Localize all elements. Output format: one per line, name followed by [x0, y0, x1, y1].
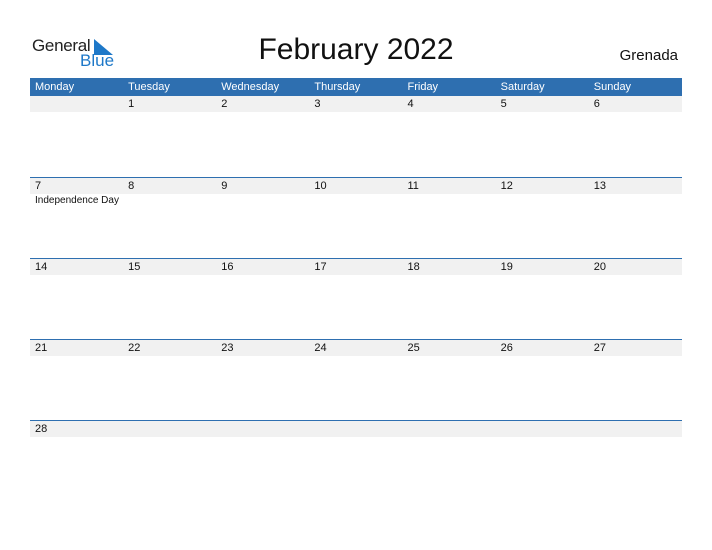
day-event [589, 275, 682, 276]
day-event [30, 112, 123, 113]
day-number: 1 [128, 98, 135, 110]
day-number: 26 [500, 342, 513, 354]
event-row [30, 356, 682, 357]
week-row: 28 [30, 420, 682, 501]
day-number: 18 [407, 261, 420, 273]
weekday-saturday: Saturday [500, 81, 545, 93]
calendar-grid: Monday Tuesday Wednesday Thursday Friday… [30, 78, 682, 501]
day-number [309, 421, 402, 437]
day-number [403, 421, 496, 437]
day-event [309, 437, 402, 438]
day-number: 9 [221, 180, 228, 192]
date-row: 21 22 23 24 25 26 27 [30, 339, 682, 356]
event-row [30, 112, 682, 113]
day-number: 17 [314, 261, 327, 273]
day-event [309, 194, 402, 206]
day-number: 13 [593, 180, 606, 192]
day-number: 28 [35, 423, 48, 435]
day-event [216, 437, 309, 438]
day-event [123, 437, 216, 438]
day-event [496, 112, 589, 113]
day-number: 12 [500, 180, 513, 192]
weekday-sunday: Sunday [593, 81, 632, 93]
day-number: 19 [500, 261, 513, 273]
day-event [403, 437, 496, 438]
day-number: 27 [593, 342, 606, 354]
weekday-monday: Monday [35, 81, 75, 93]
day-number: 24 [314, 342, 327, 354]
event-row: Independence Day [30, 194, 682, 206]
day-number: 5 [500, 98, 507, 110]
week-row: 1 2 3 4 5 6 [30, 96, 682, 177]
weekday-wednesday: Wednesday [221, 81, 280, 93]
event-row [30, 275, 682, 276]
day-event [496, 356, 589, 357]
day-number: 10 [314, 180, 327, 192]
day-event [496, 437, 589, 438]
day-number: 23 [221, 342, 234, 354]
date-row: 1 2 3 4 5 6 [30, 96, 682, 112]
event-row [30, 437, 682, 438]
week-row: 21 22 23 24 25 26 27 [30, 339, 682, 420]
page-title: February 2022 [258, 33, 454, 66]
day-number [589, 421, 682, 437]
day-number: 21 [35, 342, 48, 354]
day-number [123, 421, 216, 437]
date-row: 14 15 16 17 18 19 20 [30, 258, 682, 275]
day-event [123, 112, 216, 113]
day-event [589, 112, 682, 113]
day-number: 6 [593, 98, 600, 110]
weekday-thursday: Thursday [314, 81, 361, 93]
day-event [309, 356, 402, 357]
day-event [403, 356, 496, 357]
day-event [30, 275, 123, 276]
day-event [589, 194, 682, 206]
day-event [309, 112, 402, 113]
day-event [403, 112, 496, 113]
weekday-tuesday: Tuesday [128, 81, 170, 93]
day-number [496, 421, 589, 437]
day-number: 11 [407, 180, 419, 192]
week-row: 7 8 9 10 11 12 13 Independence Day [30, 177, 682, 258]
day-event [216, 275, 309, 276]
day-event [496, 275, 589, 276]
day-number [216, 421, 309, 437]
weekday-friday: Friday [407, 81, 439, 93]
day-number: 2 [221, 98, 228, 110]
day-number: 8 [128, 180, 135, 192]
day-event [309, 275, 402, 276]
day-event [589, 356, 682, 357]
day-number: 7 [35, 180, 42, 192]
day-event [496, 194, 589, 206]
day-event [216, 194, 309, 206]
day-event [216, 112, 309, 113]
day-number: 4 [407, 98, 414, 110]
day-event [589, 437, 682, 438]
day-event [123, 194, 216, 206]
day-event: Independence Day [35, 195, 119, 206]
day-number [30, 96, 123, 112]
weekday-header: Monday Tuesday Wednesday Thursday Friday… [30, 78, 682, 96]
day-event [403, 194, 496, 206]
day-event [123, 356, 216, 357]
day-event [216, 356, 309, 357]
day-event [30, 437, 123, 438]
week-row: 14 15 16 17 18 19 20 [30, 258, 682, 339]
date-row: 28 [30, 420, 682, 437]
day-number: 22 [128, 342, 141, 354]
day-number: 20 [593, 261, 606, 273]
day-event [123, 275, 216, 276]
day-number: 15 [128, 261, 141, 273]
day-number: 14 [35, 261, 48, 273]
day-number: 25 [407, 342, 420, 354]
day-event [30, 356, 123, 357]
day-event [403, 275, 496, 276]
day-number: 16 [221, 261, 234, 273]
day-number: 3 [314, 98, 321, 110]
date-row: 7 8 9 10 11 12 13 [30, 177, 682, 194]
country-label: Grenada [619, 47, 678, 64]
